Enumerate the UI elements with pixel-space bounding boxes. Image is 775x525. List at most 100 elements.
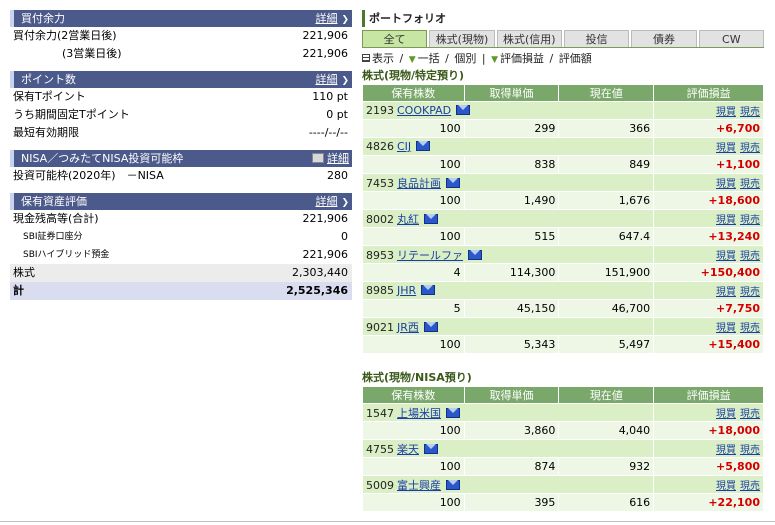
- stock-code: 4826: [366, 140, 394, 153]
- tab-stock-margin[interactable]: 株式(信用): [496, 30, 562, 47]
- sell-link[interactable]: 現売: [740, 323, 760, 334]
- stock-name-link[interactable]: COOKPAD: [397, 104, 451, 117]
- sell-link[interactable]: 現売: [740, 143, 760, 154]
- pl-cell: +1,100: [653, 155, 764, 174]
- buy-link[interactable]: 現買: [716, 287, 736, 298]
- price-cell: 151,900: [558, 263, 655, 282]
- qty-cell: 5: [362, 299, 465, 318]
- stock-name-link[interactable]: リテールファ: [397, 249, 463, 262]
- stock-name-link[interactable]: CIJ: [397, 140, 411, 153]
- sell-link[interactable]: 現売: [740, 251, 760, 262]
- qty-cell: 100: [362, 421, 465, 440]
- stock-name-link[interactable]: JR西: [397, 321, 419, 334]
- cost-cell: 395: [463, 493, 560, 512]
- sell-link[interactable]: 現売: [740, 179, 760, 190]
- price-cell: 647.4: [558, 227, 655, 246]
- points-header: ポイント数 詳細 ❯: [10, 71, 352, 88]
- mail-icon[interactable]: [468, 249, 482, 260]
- cost-cell: 114,300: [463, 263, 560, 282]
- tab-stock-cash[interactable]: 株式(現物): [429, 30, 495, 47]
- sell-link[interactable]: 現売: [740, 409, 760, 420]
- holding-values-row: 100 299 366 +6,700: [362, 119, 764, 138]
- pl-cell: +22,100: [653, 493, 764, 512]
- qty-cell: 4: [362, 263, 465, 282]
- mail-icon[interactable]: [446, 407, 460, 418]
- buy-link[interactable]: 現買: [716, 481, 736, 492]
- holdings-group-title: 株式(現物/NISA預り): [362, 371, 472, 384]
- buying-power-detail-link[interactable]: 詳細 ❯: [315, 12, 349, 25]
- pl-cell: +150,400: [653, 263, 764, 282]
- holding-name-row: 8953 リテールファ 現買 現売: [361, 245, 764, 264]
- assets-detail-link[interactable]: 詳細 ❯: [315, 195, 349, 208]
- sell-link[interactable]: 現売: [740, 107, 760, 118]
- holding-values-row: 100 395 616 +22,100: [362, 493, 764, 512]
- buy-link[interactable]: 現買: [716, 143, 736, 154]
- pl-cell: +18,000: [653, 421, 764, 440]
- stock-name-link[interactable]: JHR: [397, 284, 416, 297]
- buy-link[interactable]: 現買: [716, 179, 736, 190]
- pl-cell: +7,750: [653, 299, 764, 318]
- collapse-all-link[interactable]: 一括: [418, 52, 440, 65]
- buying-power-3day: (3営業日後) 221,906: [62, 47, 348, 60]
- column-header-price: 現在値: [558, 386, 655, 404]
- cost-cell: 515: [463, 227, 560, 246]
- holding-name-row: 7453 良品計画 現買 現売: [361, 173, 764, 192]
- stock-code: 8953: [366, 248, 394, 262]
- eval-pl-link[interactable]: 評価損益: [500, 52, 544, 65]
- tab-funds[interactable]: 投信: [563, 30, 630, 47]
- display-label: 表示: [372, 52, 394, 65]
- buy-link[interactable]: 現買: [716, 215, 736, 226]
- mail-icon[interactable]: [456, 105, 471, 115]
- mail-icon[interactable]: [423, 321, 438, 332]
- stock-code: 5009: [366, 478, 394, 492]
- holding-values-row: 5 45,150 46,700 +7,750: [362, 299, 764, 318]
- mail-icon[interactable]: [416, 141, 431, 151]
- eval-amount-link[interactable]: 評価額: [559, 52, 592, 65]
- buy-link[interactable]: 現買: [716, 107, 736, 118]
- stock-name-link[interactable]: 良品計画: [397, 177, 441, 190]
- buy-link[interactable]: 現買: [716, 445, 736, 456]
- mail-icon[interactable]: [446, 177, 460, 188]
- holding-values-row: 100 5,343 5,497 +15,400: [362, 335, 764, 354]
- grand-total-row: 計 2,525,346: [10, 282, 352, 300]
- tab-bonds[interactable]: 債券: [631, 30, 697, 47]
- cost-cell: 838: [463, 155, 560, 174]
- tab-all[interactable]: 全て: [362, 30, 428, 47]
- price-cell: 932: [558, 457, 655, 476]
- holding-values-row: 100 1,490 1,676 +18,600: [362, 191, 764, 210]
- chevron-right-icon: ❯: [341, 198, 349, 208]
- stock-name-link[interactable]: 富士興産: [397, 479, 441, 492]
- points-detail-link[interactable]: 詳細 ❯: [315, 73, 349, 86]
- stock-name-link[interactable]: 楽天: [397, 443, 419, 456]
- pl-cell: +15,400: [653, 335, 764, 354]
- individual-link[interactable]: 個別: [454, 52, 476, 65]
- nisa-detail-link[interactable]: 詳細: [312, 152, 349, 165]
- holding-values-row: 4 114,300 151,900 +150,400: [362, 263, 764, 282]
- stock-code: 4755: [366, 442, 394, 456]
- window-icon: [312, 153, 324, 163]
- sell-link[interactable]: 現売: [740, 287, 760, 298]
- mail-icon[interactable]: [424, 443, 438, 454]
- chevron-right-icon: ❯: [341, 15, 349, 25]
- sell-link[interactable]: 現売: [740, 445, 760, 456]
- tab-cw[interactable]: CW: [698, 30, 764, 47]
- mail-icon[interactable]: [421, 285, 436, 295]
- holdings-header-row: 保有株数 取得単価 現在値 評価損益: [362, 386, 764, 404]
- stock-name-link[interactable]: 上場米国: [397, 407, 441, 420]
- t-points-row: 保有Tポイント 110 pt: [13, 90, 348, 103]
- sell-link[interactable]: 現売: [740, 215, 760, 226]
- portfolio-panel: ポートフォリオ 全て 株式(現物) 株式(信用) 投信 債券 CW 表示 / ▼…: [361, 10, 764, 512]
- buy-link[interactable]: 現買: [716, 251, 736, 262]
- sell-link[interactable]: 現売: [740, 481, 760, 492]
- mail-icon[interactable]: [446, 479, 460, 490]
- stock-code: 2193: [366, 104, 394, 117]
- column-header-pl: 評価損益: [653, 84, 764, 102]
- qty-cell: 100: [362, 191, 465, 210]
- buy-link[interactable]: 現買: [716, 409, 736, 420]
- holding-name-row: 8002 丸紅 現買 現売: [361, 209, 764, 228]
- qty-cell: 100: [362, 493, 465, 512]
- mail-icon[interactable]: [424, 213, 438, 224]
- buy-link[interactable]: 現買: [716, 323, 736, 334]
- stock-name-link[interactable]: 丸紅: [397, 213, 419, 226]
- holding-values-row: 100 838 849 +1,100: [362, 155, 764, 174]
